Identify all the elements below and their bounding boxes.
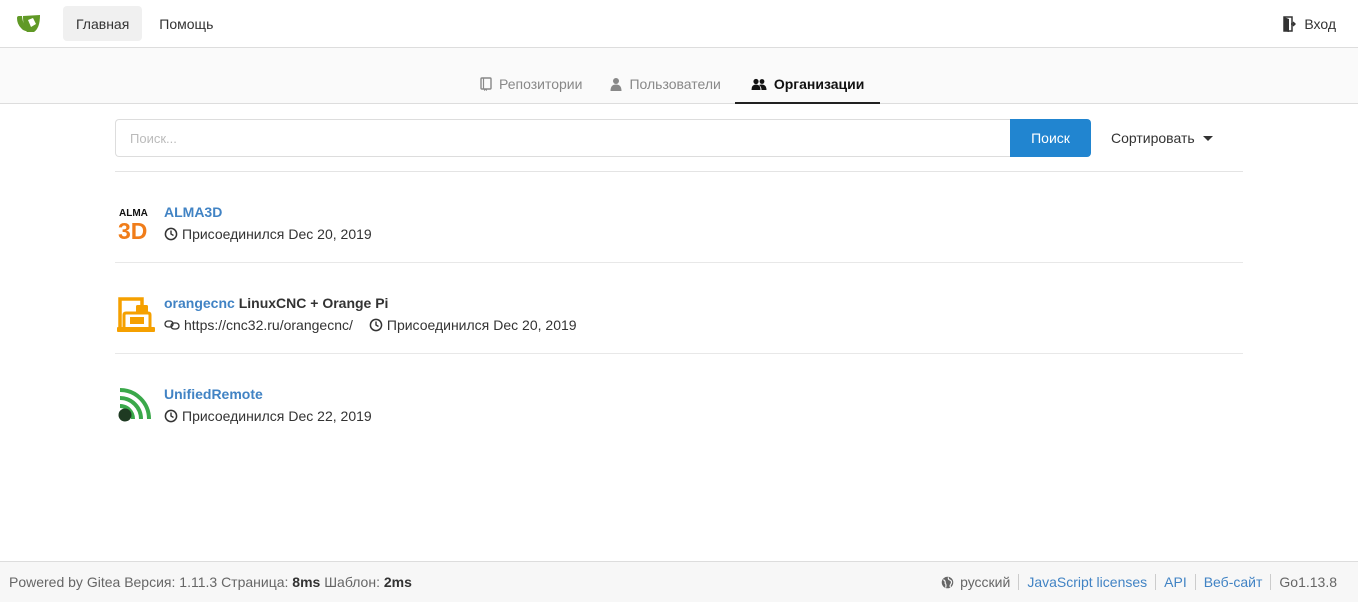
orangecnc-avatar[interactable] xyxy=(116,293,156,333)
page-footer: Powered by Gitea Версия: 1.11.3 Страница… xyxy=(0,561,1358,602)
org-name-link[interactable]: ALMA3D xyxy=(164,204,222,220)
joined-label: Присоединился xyxy=(182,408,285,424)
org-list-item: orangecnc LinuxCNC + Orange Pi https://c… xyxy=(115,263,1243,354)
joined-label: Присоединился xyxy=(182,226,285,242)
language-selector[interactable]: русский xyxy=(933,574,1018,590)
caret-down-icon xyxy=(1202,135,1213,141)
clock-icon xyxy=(164,227,178,241)
org-name-link[interactable]: UnifiedRemote xyxy=(164,386,263,402)
org-full-name: LinuxCNC + Orange Pi xyxy=(238,295,389,311)
joined-label: Присоединился xyxy=(386,317,490,333)
sort-dropdown-label: Сортировать xyxy=(1111,130,1195,146)
language-label: русский xyxy=(960,574,1011,590)
org-website-link[interactable]: https://cnc32.ru/orangecnc/ xyxy=(184,317,353,333)
tab-organizations-label: Организации xyxy=(773,76,865,92)
tab-repositories-label: Репозитории xyxy=(499,76,583,92)
page-time-value: 8ms xyxy=(292,574,321,590)
top-navbar: Главная Помощь Вход xyxy=(0,0,1358,48)
template-time-label: Шаблон: xyxy=(324,574,380,590)
explore-tabs: Репозитории Пользователи Организации xyxy=(466,66,881,104)
search-button[interactable]: Поиск xyxy=(1010,119,1091,157)
org-name-link[interactable]: orangecnc xyxy=(164,295,235,311)
js-licenses-link[interactable]: JavaScript licenses xyxy=(1018,574,1155,590)
nav-help[interactable]: Помощь xyxy=(146,6,226,41)
tab-users-label: Пользователи xyxy=(629,76,721,92)
joined-date: Dec 20, 2019 xyxy=(493,317,577,333)
template-time-value: 2ms xyxy=(383,574,412,590)
explore-tabs-band: Репозитории Пользователи Организации xyxy=(0,48,1358,104)
api-link[interactable]: API xyxy=(1155,574,1195,590)
sort-dropdown[interactable]: Сортировать xyxy=(1111,130,1213,146)
gitea-logo[interactable] xyxy=(14,8,46,40)
link-icon xyxy=(164,320,180,330)
search-input[interactable] xyxy=(115,119,1010,157)
go-version: Go1.13.8 xyxy=(1270,574,1337,590)
joined-date: Dec 20, 2019 xyxy=(288,226,372,242)
tab-users[interactable]: Пользователи xyxy=(596,66,734,104)
version-label: Версия: xyxy=(124,574,176,590)
website-link[interactable]: Веб-сайт xyxy=(1194,574,1271,590)
clock-icon xyxy=(369,318,383,332)
globe-icon xyxy=(941,576,954,588)
clock-icon xyxy=(164,409,178,423)
version-value: 1.11.3 xyxy=(179,574,218,590)
sign-in-link[interactable]: Вход xyxy=(1304,16,1336,32)
search-form: Поиск Сортировать xyxy=(115,119,1243,157)
org-list-item: ALMA 3D ALMA3D Присоединился Dec 20, 201… xyxy=(115,172,1243,263)
organization-icon xyxy=(751,78,767,90)
footer-powered: Powered by Gitea Версия: 1.11.3 Страница… xyxy=(9,574,412,590)
alma3d-avatar[interactable]: ALMA 3D xyxy=(116,202,156,242)
gitea-logo-icon xyxy=(17,14,40,32)
powered-by-text: Powered by Gitea xyxy=(9,574,121,590)
tab-repositories[interactable]: Репозитории xyxy=(466,66,596,104)
repo-icon xyxy=(480,77,492,91)
svg-text:3D: 3D xyxy=(118,218,147,242)
org-list-item: UnifiedRemote Присоединился Dec 22, 2019 xyxy=(115,354,1243,445)
page-time-label: Страница: xyxy=(221,574,289,590)
sign-in-icon xyxy=(1283,15,1297,32)
joined-date: Dec 22, 2019 xyxy=(288,408,372,424)
person-icon xyxy=(610,78,622,91)
organization-list: ALMA 3D ALMA3D Присоединился Dec 20, 201… xyxy=(115,172,1243,445)
nav-home[interactable]: Главная xyxy=(63,6,143,41)
tab-organizations[interactable]: Организации xyxy=(734,66,881,104)
unifiedremote-avatar[interactable] xyxy=(116,384,156,424)
